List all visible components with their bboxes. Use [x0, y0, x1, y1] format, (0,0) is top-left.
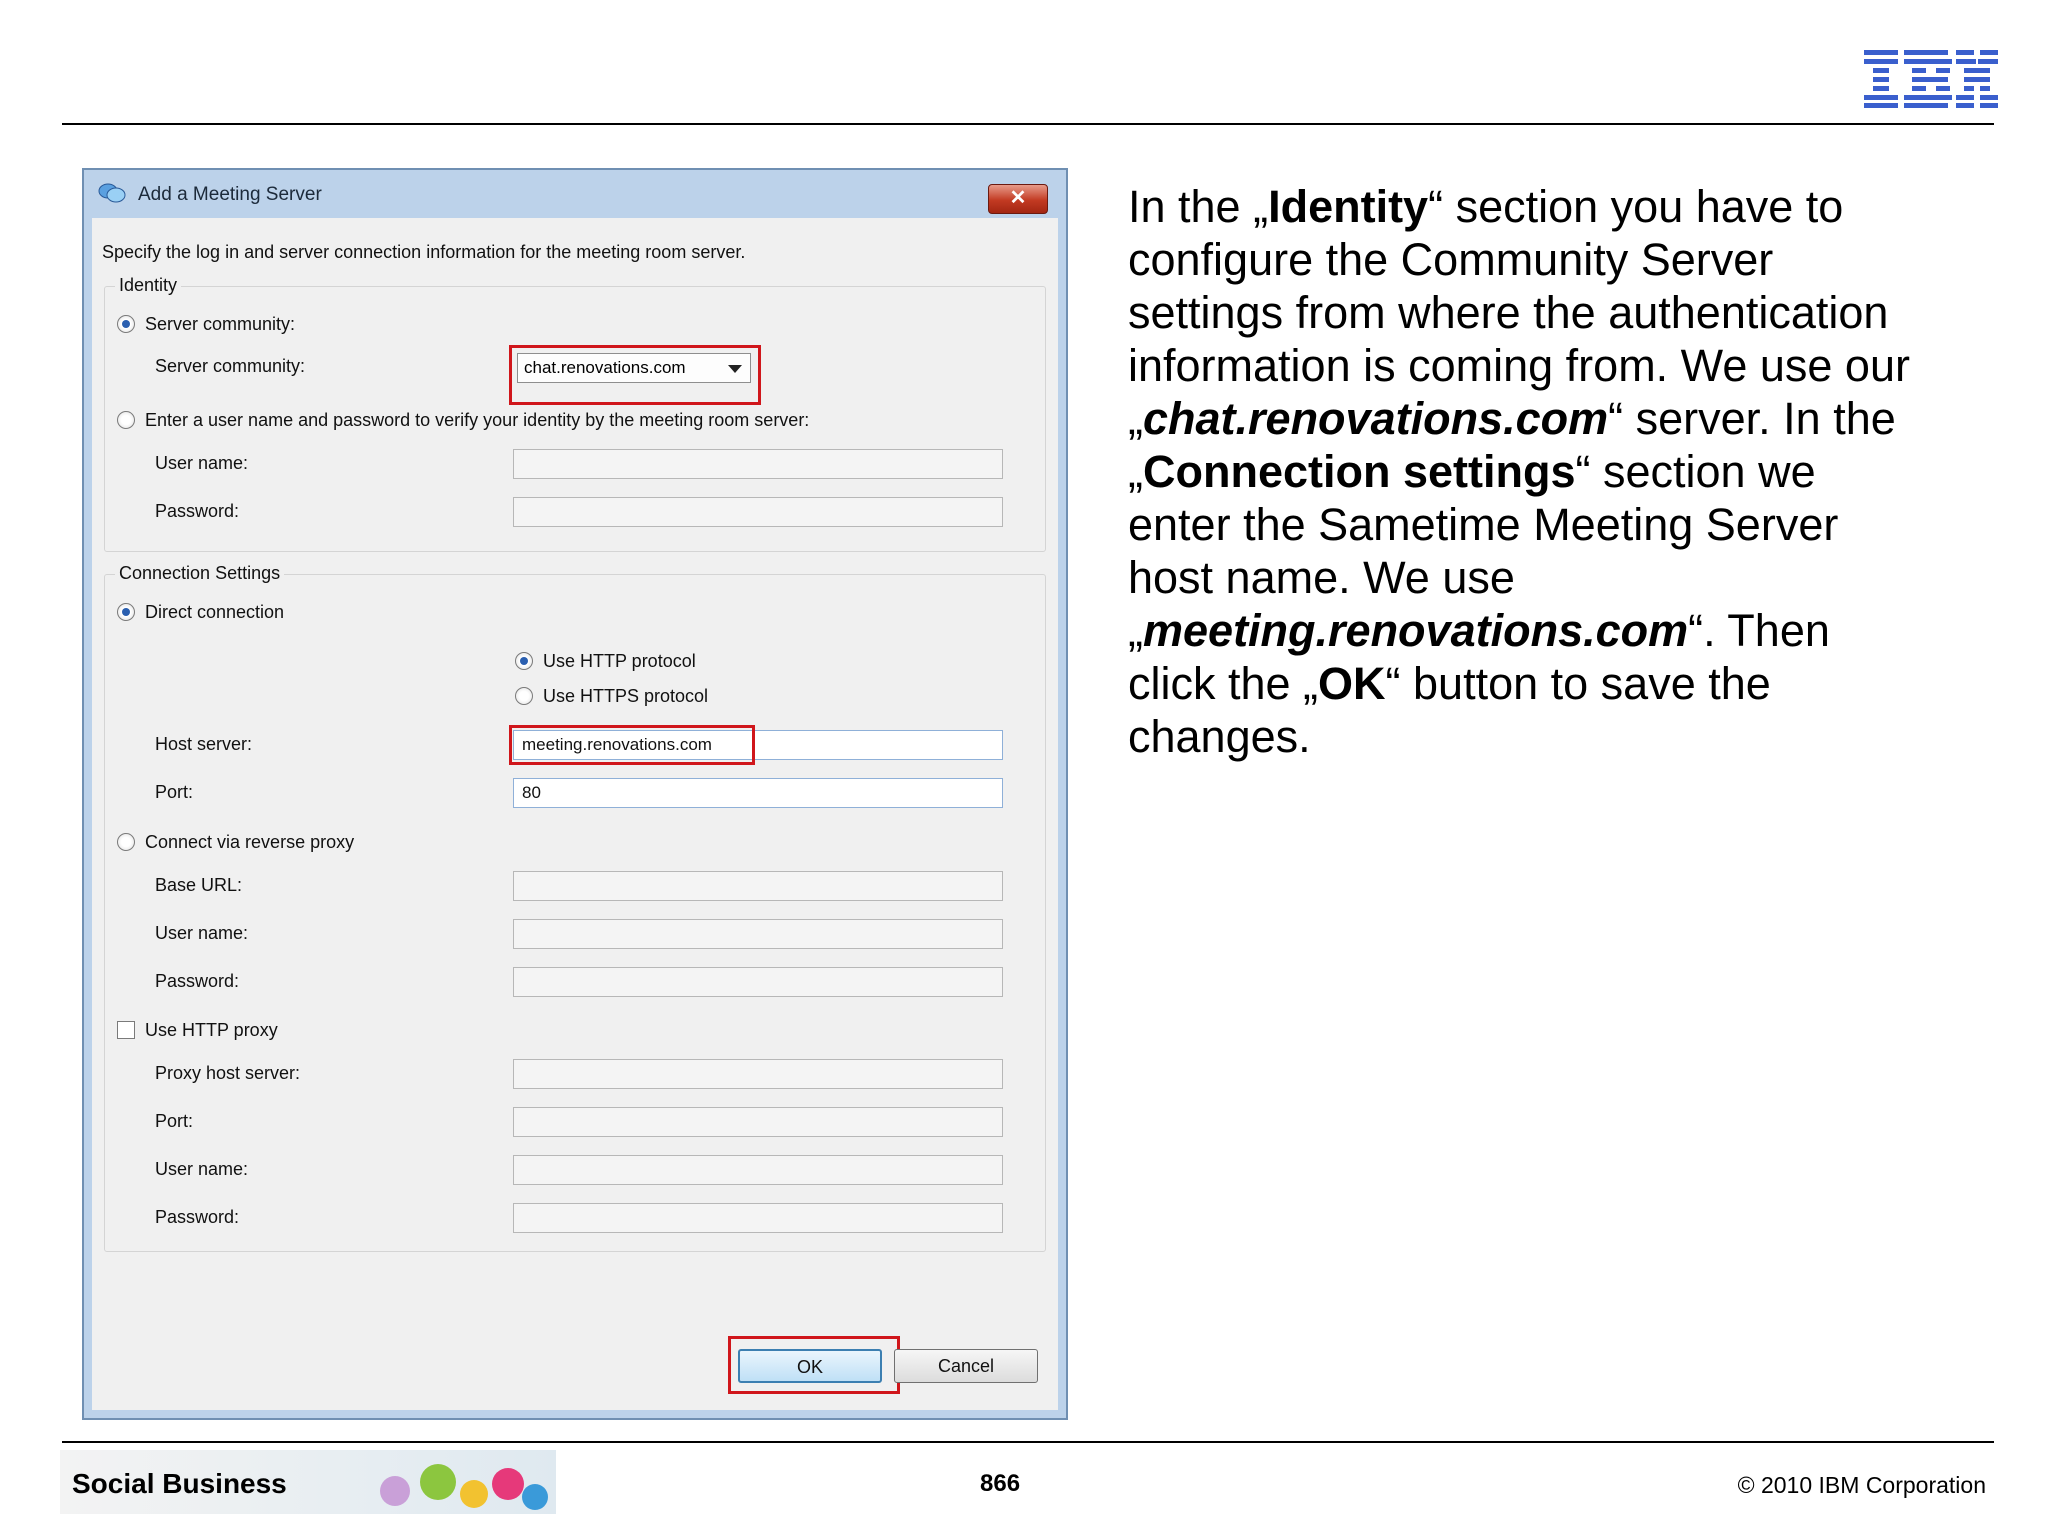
userpass-radio[interactable]: [117, 411, 135, 429]
cancel-button[interactable]: Cancel: [894, 1349, 1038, 1383]
identity-legend: Identity: [115, 275, 182, 296]
close-button[interactable]: ✕: [988, 184, 1048, 214]
proxy-host-input[interactable]: [513, 1059, 1003, 1089]
server-community-highlight: [509, 345, 761, 405]
proxy-host-label: Proxy host server:: [155, 1063, 301, 1083]
dialog-title: Add a Meeting Server: [138, 184, 322, 205]
port-label: Port:: [155, 782, 194, 802]
dialog-body: Specify the log in and server connection…: [92, 218, 1058, 1410]
dialog-intro-text: Specify the log in and server connection…: [102, 242, 746, 262]
http-protocol-radio[interactable]: [515, 652, 533, 670]
direct-connection-label: Direct connection: [145, 602, 285, 622]
page-number: 866: [980, 1470, 1021, 1497]
identity-password-input[interactable]: [513, 497, 1003, 527]
header-divider: [62, 123, 1994, 125]
identity-section: Identity Server community: Server commun…: [104, 275, 1046, 552]
decorative-figure: [492, 1468, 524, 1500]
ibm-logo: [1864, 50, 1998, 108]
ok-button-highlight: [728, 1336, 900, 1394]
footer-divider: [62, 1441, 1994, 1443]
reverse-proxy-radio[interactable]: [117, 833, 135, 851]
rp-password-label: Password:: [155, 971, 240, 991]
identity-keyword: Identity: [1268, 181, 1429, 232]
http-proxy-label: Use HTTP proxy: [145, 1020, 278, 1040]
explanation-part-1: In the „: [1128, 181, 1269, 232]
copyright-text: © 2010 IBM Corporation: [1737, 1472, 1986, 1498]
add-meeting-server-dialog: Add a Meeting Server ✕ Specify the log i…: [82, 168, 1068, 1420]
host-server-label: Host server:: [155, 734, 253, 754]
proxy-port-label: Port:: [155, 1111, 194, 1131]
http-protocol-label: Use HTTP protocol: [543, 651, 696, 671]
http-proxy-checkbox[interactable]: [117, 1021, 135, 1039]
server-community-radio-label: Server community:: [145, 314, 296, 334]
social-business-banner: Social Business: [60, 1450, 556, 1514]
rp-user-name-label: User name:: [155, 923, 249, 943]
server-community-label: Server community:: [155, 356, 306, 376]
server-community-radio[interactable]: [117, 315, 135, 333]
ok-keyword: OK: [1318, 658, 1386, 709]
explanation-text: In the „Identity“ section you have to co…: [1128, 180, 1928, 763]
proxy-password-input[interactable]: [513, 1203, 1003, 1233]
decorative-figure: [522, 1484, 548, 1510]
proxy-user-name-label: User name:: [155, 1159, 249, 1179]
userpass-radio-label: Enter a user name and password to verify…: [145, 410, 810, 430]
footer-brand: Social Business: [72, 1468, 287, 1499]
host-server-highlight: [509, 725, 755, 765]
rp-user-name-input[interactable]: [513, 919, 1003, 949]
identity-password-label: Password:: [155, 501, 240, 521]
connection-settings-keyword: Connection settings: [1143, 446, 1576, 497]
connection-settings-legend: Connection Settings: [115, 563, 285, 584]
decorative-figure: [420, 1464, 456, 1500]
chat-server-keyword: chat.renovations.com: [1143, 393, 1609, 444]
https-protocol-radio[interactable]: [515, 687, 533, 705]
proxy-port-input[interactable]: [513, 1107, 1003, 1137]
base-url-input[interactable]: [513, 871, 1003, 901]
identity-user-name-input[interactable]: [513, 449, 1003, 479]
decorative-figure: [460, 1480, 488, 1508]
decorative-figure: [380, 1476, 410, 1506]
direct-connection-radio[interactable]: [117, 603, 135, 621]
port-input[interactable]: 80: [513, 778, 1003, 808]
base-url-label: Base URL:: [155, 875, 243, 895]
chat-bubbles-icon: [98, 183, 126, 203]
rp-password-input[interactable]: [513, 967, 1003, 997]
connection-settings-section: Connection Settings Direct connection Us…: [104, 563, 1046, 1252]
proxy-user-name-input[interactable]: [513, 1155, 1003, 1185]
reverse-proxy-label: Connect via reverse proxy: [145, 832, 355, 852]
meeting-server-keyword: meeting.renovations.com: [1143, 605, 1689, 656]
proxy-password-label: Password:: [155, 1207, 240, 1227]
identity-user-name-label: User name:: [155, 453, 249, 473]
dialog-titlebar[interactable]: Add a Meeting Server ✕: [84, 170, 1066, 214]
https-protocol-label: Use HTTPS protocol: [543, 686, 709, 706]
